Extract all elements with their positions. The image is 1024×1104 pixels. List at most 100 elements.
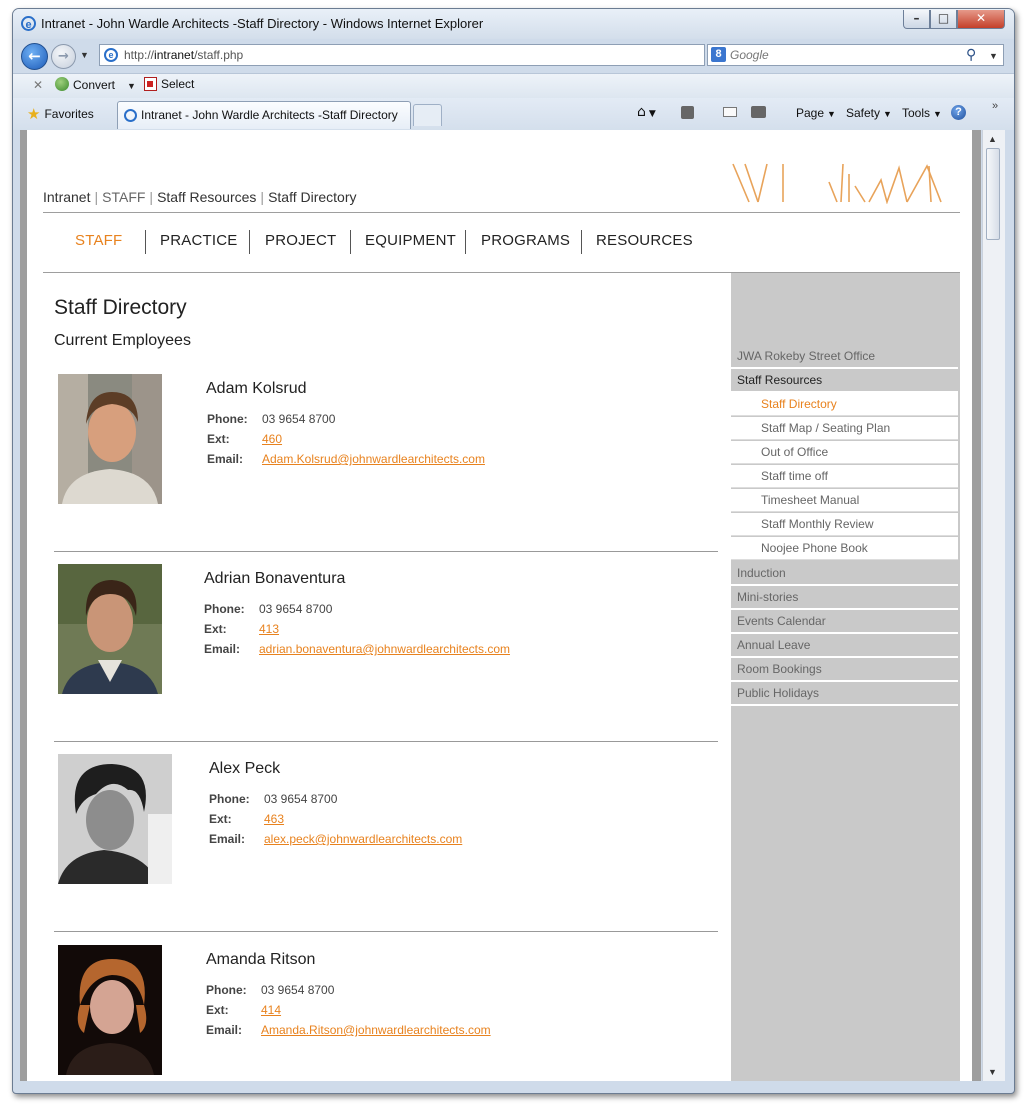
tab-ie-icon (124, 109, 137, 122)
convert-icon (55, 77, 69, 91)
search-input[interactable] (730, 47, 960, 63)
nav-divider (350, 230, 351, 254)
help-icon[interactable]: ? (951, 105, 966, 120)
email-label: Email: (209, 832, 246, 846)
convert-button[interactable]: Convert (55, 77, 115, 92)
employee-ext-link[interactable]: 414 (261, 1003, 281, 1017)
sidebar-item-jwa-rokeby-street-office[interactable]: JWA Rokeby Street Office (731, 345, 958, 369)
browser-window: e Intranet - John Wardle Architects -Sta… (12, 8, 1015, 1094)
sidebar-item-events-calendar[interactable]: Events Calendar (731, 610, 958, 634)
nav-resources[interactable]: RESOURCES (596, 232, 693, 249)
page-menu[interactable]: Page ▼ (796, 106, 836, 120)
sidebar-item-room-bookings[interactable]: Room Bookings (731, 658, 958, 682)
sidebar-subitem-staff-time-off[interactable]: Staff time off (731, 465, 958, 488)
employee-name: Adam Kolsrud (206, 380, 307, 397)
nav-practice[interactable]: PRACTICE (160, 232, 237, 249)
breadcrumb-staff[interactable]: STAFF (102, 189, 145, 205)
minimize-button[interactable]: – (903, 10, 930, 29)
url-text[interactable]: http://intranet/staff.php (124, 48, 243, 62)
phone-label: Phone: (209, 792, 250, 806)
history-dropdown-icon[interactable]: ▼ (80, 50, 89, 60)
nav-project[interactable]: PROJECT (265, 232, 336, 249)
tab-label: Intranet - John Wardle Architects -Staff… (141, 108, 398, 122)
window-title: Intranet - John Wardle Architects -Staff… (41, 16, 484, 31)
nav-equipment[interactable]: EQUIPMENT (365, 232, 456, 249)
divider (43, 212, 960, 213)
page-ie-icon: e (104, 48, 118, 62)
safety-menu[interactable]: Safety ▼ (846, 106, 892, 120)
sidebar-item-annual-leave[interactable]: Annual Leave (731, 634, 958, 658)
back-button[interactable]: ← (21, 43, 48, 70)
employee-card: Amanda Ritson Phone: 03 9654 8700 Ext: 414… (54, 945, 718, 1081)
ext-label: Ext: (207, 432, 230, 446)
ie-icon: e (21, 16, 36, 31)
tab-staff-directory[interactable]: Intranet - John Wardle Architects -Staff… (117, 101, 411, 129)
employee-ext-link[interactable]: 460 (262, 432, 282, 446)
sidebar-item-public-holidays[interactable]: Public Holidays (731, 682, 958, 706)
employee-email-link[interactable]: Adam.Kolsrud@johnwardlearchitects.com (262, 452, 485, 466)
employee-name: Alex Peck (209, 760, 281, 777)
search-icon[interactable]: ⚲ (966, 46, 976, 64)
sidebar-subitem-noojee-phone-book[interactable]: Noojee Phone Book (731, 537, 958, 560)
sidebar-subitem-staff-monthly-review[interactable]: Staff Monthly Review (731, 513, 958, 536)
select-button[interactable]: Select (144, 77, 194, 91)
home-icon[interactable]: ⌂ ▼ (637, 104, 656, 122)
tools-menu[interactable]: Tools ▼ (902, 106, 942, 120)
nav-divider (145, 230, 146, 254)
sidebar-item-staff-resources[interactable]: Staff Resources (731, 369, 958, 393)
nav-divider (581, 230, 582, 254)
address-field[interactable]: e http://intranet/staff.php ▼ ⇄ ✕ (99, 44, 777, 68)
phone-label: Phone: (207, 412, 248, 426)
ext-label: Ext: (209, 812, 232, 826)
intranet-page: Intranet | STAFF | Staff Resources | Staff Dir… (27, 130, 972, 1081)
nav-staff[interactable]: STAFF (75, 232, 122, 249)
google-icon: 8 (711, 47, 726, 62)
employee-card: Alex Peck Phone: 03 9654 8700 Ext: 463 Ema… (54, 754, 718, 944)
sidebar: JWA Rokeby Street Office Staff Resources… (731, 273, 960, 1081)
nav-programs[interactable]: PROGRAMS (481, 232, 570, 249)
phone-label: Phone: (206, 983, 247, 997)
employee-email-link[interactable]: adrian.bonaventura@johnwardlearchitects.… (259, 642, 510, 656)
breadcrumb-staff-resources[interactable]: Staff Resources (157, 189, 256, 205)
convert-dropdown-icon[interactable]: ▼ (127, 81, 136, 91)
employee-email-link[interactable]: Amanda.Ritson@johnwardlearchitects.com (261, 1023, 491, 1037)
maximize-button[interactable]: □ (930, 10, 957, 29)
print-icon[interactable] (751, 106, 766, 118)
content-viewport: Intranet | STAFF | Staff Resources | Staff Dir… (20, 130, 981, 1081)
jwa-logo (732, 163, 942, 204)
favorites-button[interactable]: ★ Favorites (27, 105, 94, 123)
sidebar-subitem-staff-map[interactable]: Staff Map / Seating Plan (731, 417, 958, 440)
forward-button[interactable]: → (51, 44, 76, 69)
scroll-thumb[interactable] (986, 148, 1000, 240)
scroll-down-icon[interactable]: ▼ (988, 1067, 997, 1077)
close-window-button[interactable]: ✕ (957, 10, 1005, 29)
employee-ext-link[interactable]: 413 (259, 622, 279, 636)
sidebar-item-mini-stories[interactable]: Mini-stories (731, 586, 958, 610)
email-label: Email: (206, 1023, 243, 1037)
breadcrumb-intranet[interactable]: Intranet (43, 189, 90, 205)
employee-email-link[interactable]: alex.peck@johnwardlearchitects.com (264, 832, 462, 846)
nav-divider (249, 230, 250, 254)
mail-icon[interactable] (723, 107, 737, 117)
new-tab-button[interactable] (413, 104, 442, 126)
search-box[interactable]: 8 ⚲ ▼ (707, 44, 1004, 66)
employee-card: Adrian Bonaventura Phone: 03 9654 8700 Ex… (54, 564, 718, 754)
scroll-up-icon[interactable]: ▲ (988, 134, 997, 144)
page-title: Staff Directory (54, 296, 187, 319)
divider (54, 931, 718, 932)
vertical-scrollbar[interactable]: ▲ ▼ (982, 130, 1005, 1081)
search-dropdown-icon[interactable]: ▼ (989, 51, 998, 61)
employee-ext-link[interactable]: 463 (264, 812, 284, 826)
more-chevron-icon[interactable]: » (992, 100, 998, 112)
sidebar-item-induction[interactable]: Induction (731, 562, 958, 586)
employee-photo (58, 945, 162, 1075)
feeds-icon[interactable] (681, 106, 694, 119)
breadcrumb-staff-directory: Staff Directory (268, 189, 357, 205)
sidebar-subitem-timesheet-manual[interactable]: Timesheet Manual (731, 489, 958, 512)
title-bar: e Intranet - John Wardle Architects -Sta… (13, 9, 1014, 39)
sidebar-subitem-out-of-office[interactable]: Out of Office (731, 441, 958, 464)
employee-photo (58, 564, 162, 694)
close-toolbar-icon[interactable]: ✕ (33, 78, 43, 92)
sidebar-subitem-staff-directory[interactable]: Staff Directory (731, 393, 958, 416)
page-subtitle: Current Employees (54, 332, 191, 349)
